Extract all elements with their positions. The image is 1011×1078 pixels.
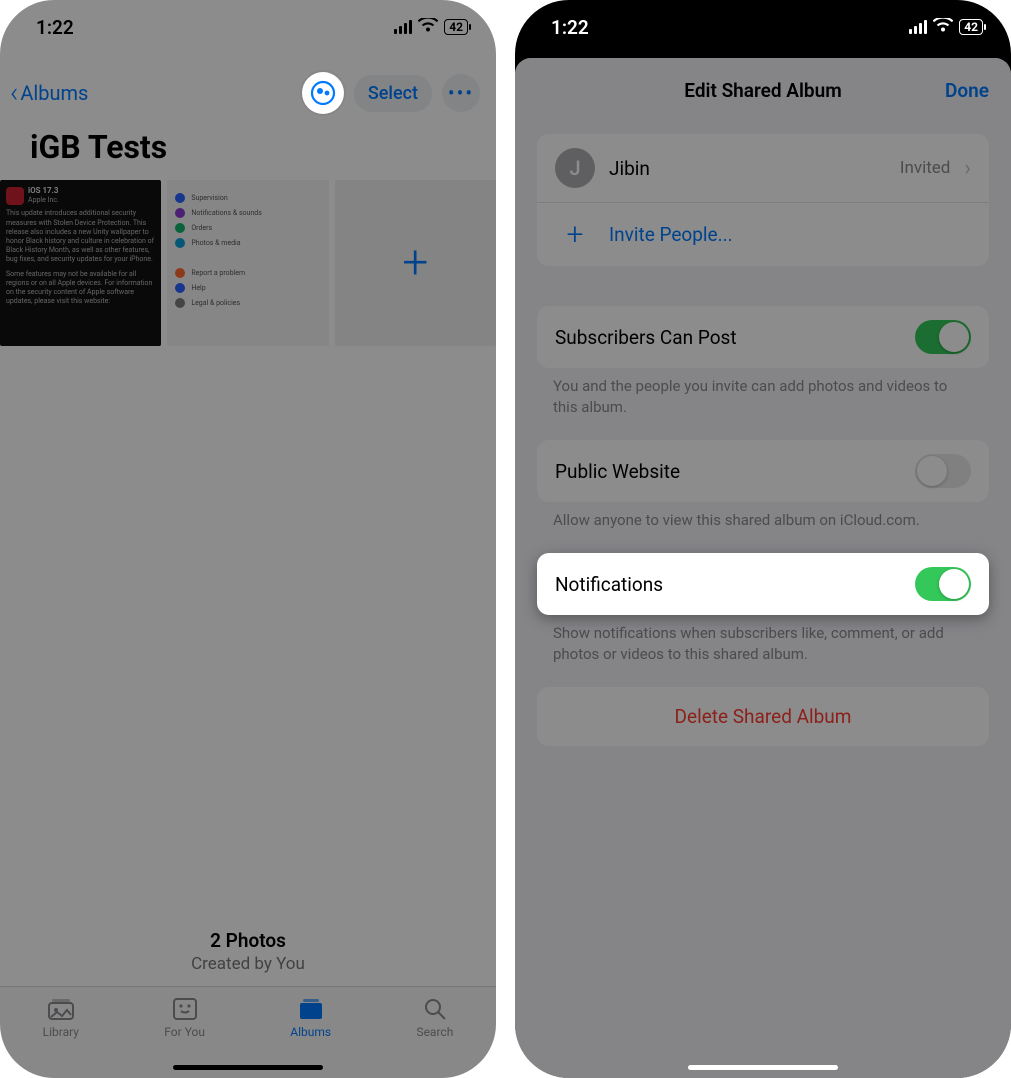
album-title: iGB Tests (0, 120, 496, 180)
cellular-icon (909, 20, 927, 34)
subscribers-toggle[interactable] (915, 320, 971, 354)
for-you-icon (172, 997, 198, 1021)
more-button[interactable]: ••• (442, 74, 480, 112)
subscribers-group: Subscribers Can Post (537, 306, 989, 368)
chevron-right-icon: › (964, 156, 971, 181)
back-label: Albums (20, 81, 88, 105)
battery-icon: 42 (959, 19, 983, 35)
photo-count: 2 Photos (0, 929, 496, 952)
subscribers-can-post-row: Subscribers Can Post (537, 306, 989, 368)
tab-library[interactable]: Library (43, 997, 79, 1039)
photo-grid: iOS 17.3 Apple Inc. This update introduc… (0, 180, 496, 346)
member-name: Jibin (609, 157, 886, 180)
public-website-footer: Allow anyone to view this shared album o… (515, 502, 1011, 531)
notifications-group: Notifications (537, 553, 989, 615)
app-badge-icon (6, 187, 24, 205)
members-group: J Jibin Invited › + Invite People... (537, 134, 989, 266)
public-website-row: Public Website (537, 440, 989, 502)
phone-right-edit-shared-album: 1:22 42 Edit Shared Album Done J Jibin I… (515, 0, 1011, 1078)
nav-bar: ‹ Albums Select ••• (0, 54, 496, 120)
home-indicator[interactable] (173, 1065, 323, 1070)
search-icon (423, 997, 447, 1021)
delete-shared-album-button[interactable]: Delete Shared Album (537, 687, 989, 746)
created-by: Created by You (0, 954, 496, 974)
subscribers-footer: You and the people you invite can add ph… (515, 368, 1011, 418)
edit-shared-album-sheet: Edit Shared Album Done J Jibin Invited ›… (515, 58, 1011, 1078)
tab-search[interactable]: Search (416, 997, 453, 1039)
notifications-footer: Show notifications when subscribers like… (515, 615, 1011, 665)
people-share-icon (310, 80, 336, 106)
wifi-icon (933, 17, 953, 38)
avatar: J (555, 148, 595, 188)
shared-album-people-button[interactable] (302, 72, 344, 114)
member-row[interactable]: J Jibin Invited › (537, 134, 989, 202)
done-button[interactable]: Done (945, 79, 989, 102)
phone-left-albums: 1:22 42 ‹ Albums (0, 0, 496, 1078)
status-bar: 1:22 42 (515, 0, 1011, 54)
plus-icon: + (555, 217, 595, 252)
wifi-icon (418, 17, 438, 38)
notifications-row: Notifications (537, 553, 989, 615)
invite-people-row[interactable]: + Invite People... (537, 202, 989, 266)
album-footer: 2 Photos Created by You (0, 929, 496, 986)
chevron-left-icon: ‹ (10, 79, 18, 107)
status-bar: 1:22 42 (0, 0, 496, 54)
invite-label: Invite People... (609, 223, 733, 246)
add-photo-tile[interactable]: + (335, 180, 496, 346)
tab-for-you[interactable]: For You (164, 997, 205, 1039)
back-button[interactable]: ‹ Albums (10, 79, 88, 107)
member-status: Invited (900, 158, 951, 178)
library-icon (47, 997, 75, 1021)
photo-thumbnail[interactable]: Supervision Notifications & sounds Order… (167, 180, 328, 346)
select-button[interactable]: Select (354, 75, 432, 112)
home-indicator[interactable] (688, 1065, 838, 1070)
public-website-group: Public Website (537, 440, 989, 502)
status-time: 1:22 (36, 16, 74, 39)
tab-albums[interactable]: Albums (290, 997, 331, 1039)
photo-thumbnail[interactable]: iOS 17.3 Apple Inc. This update introduc… (0, 180, 161, 346)
albums-icon (296, 997, 326, 1021)
sheet-title: Edit Shared Album (684, 79, 841, 102)
notifications-toggle[interactable] (915, 567, 971, 601)
status-time: 1:22 (551, 16, 589, 39)
battery-icon: 42 (444, 19, 468, 35)
ellipsis-icon: ••• (448, 81, 474, 105)
cellular-icon (394, 20, 412, 34)
sheet-header: Edit Shared Album Done (515, 62, 1011, 118)
plus-icon: + (402, 236, 428, 290)
public-website-toggle[interactable] (915, 454, 971, 488)
